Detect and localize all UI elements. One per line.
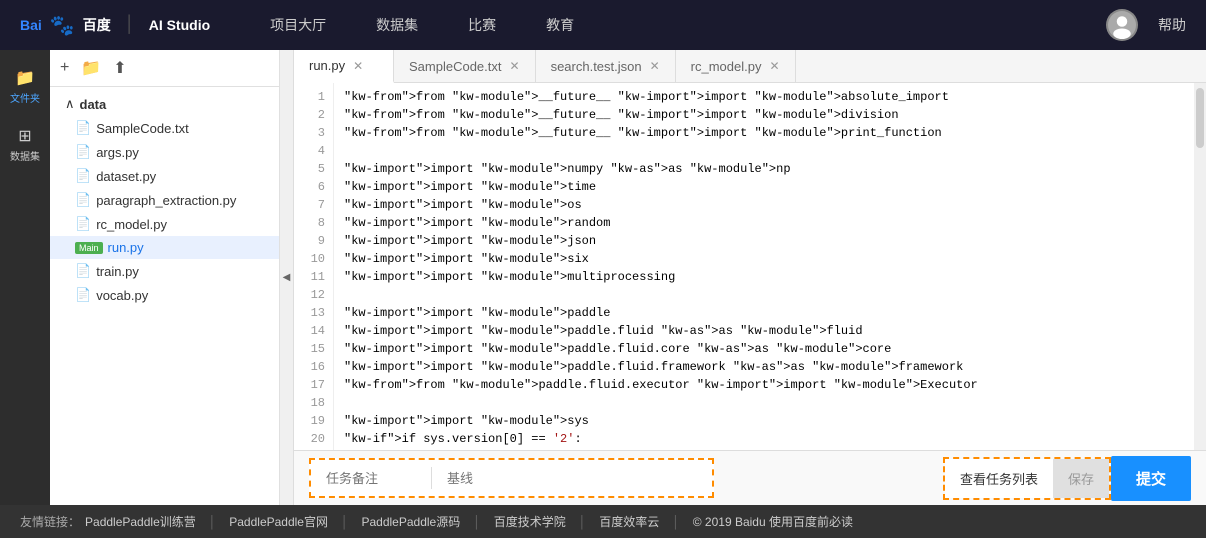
tab-label-rcmodel: rc_model.py [691,59,762,74]
avatar[interactable] [1106,9,1138,41]
nav-item-competitions[interactable]: 比赛 [468,10,496,40]
collapse-panel-button[interactable]: ◀ [280,50,294,505]
logo-studio: AI Studio [149,17,210,33]
editor-tabs: run.py ✕ SampleCode.txt ✕ search.test.js… [294,50,1206,83]
file-label-dataset: dataset.py [96,169,156,184]
close-tab-runpy[interactable]: ✕ [353,60,363,72]
file-tree-toolbar: + 📁 ⬆ [50,50,279,87]
upload-icon[interactable]: ⬆ [113,58,126,78]
baseline-input[interactable] [432,460,712,496]
file-item-rcmodel[interactable]: 📄 rc_model.py [50,212,279,236]
collapse-arrow-icon: ◀ [283,272,291,283]
file-item-paragraph[interactable]: 📄 paragraph_extraction.py [50,188,279,212]
footer-link-paddlecamp[interactable]: PaddlePaddle训练营 [85,513,196,530]
file-tree: + 📁 ⬆ ∧ data 📄 SampleCode.txt 📄 args.py … [50,50,280,505]
header-right: 帮助 [1106,9,1186,41]
grid-icon: ⊞ [18,126,31,146]
footer-sep-1: │ [209,515,217,529]
file-label-paragraph: paragraph_extraction.py [96,193,236,208]
code-editor: 123456789101112131415161718192021222324 … [294,83,1206,450]
tab-rcmodel[interactable]: rc_model.py ✕ [676,50,796,82]
file-label-train: train.py [96,264,139,279]
nav-item-datasets[interactable]: 数据集 [376,10,418,40]
file-item-vocab[interactable]: 📄 vocab.py [50,283,279,307]
file-item-dataset[interactable]: 📄 dataset.py [50,164,279,188]
file-icon-samplecode: 📄 [75,120,91,136]
view-save-group: 查看任务列表 保存 [943,457,1111,500]
file-icon-train: 📄 [75,263,91,279]
tab-runpy[interactable]: run.py ✕ [294,50,394,83]
sidebar-icon-files[interactable]: 📁 文件夹 [0,60,50,113]
sidebar-icons: 📁 文件夹 ⊞ 数据集 [0,50,50,505]
footer-link-baidutechs[interactable]: 百度技术学院 [494,513,566,530]
file-label-rcmodel: rc_model.py [96,217,167,232]
footer-label: 友情链接： [20,513,80,530]
tab-label-runpy: run.py [309,58,345,73]
file-item-samplecode[interactable]: 📄 SampleCode.txt [50,116,279,140]
file-icon-rcmodel: 📄 [75,216,91,232]
tab-label-searchtest: search.test.json [551,59,642,74]
footer-sep-5: │ [672,515,680,529]
folder-data[interactable]: ∧ data [50,92,279,116]
main-nav: 项目大厅 数据集 比赛 教育 [270,10,1106,40]
file-icon-paragraph: 📄 [75,192,91,208]
folder-name: data [80,97,107,112]
file-icon-dataset: 📄 [75,168,91,184]
nav-item-education[interactable]: 教育 [546,10,574,40]
header: Bai 🐾 百度 │ AI Studio 项目大厅 数据集 比赛 教育 帮助 [0,0,1206,50]
chevron-down-icon: ∧ [65,96,75,112]
file-icon-vocab: 📄 [75,287,91,303]
editor-area: run.py ✕ SampleCode.txt ✕ search.test.js… [294,50,1206,505]
footer-link-paddlesource[interactable]: PaddlePaddle源码 [361,513,460,530]
file-icon-args: 📄 [75,144,91,160]
file-label-vocab: vocab.py [96,288,148,303]
scrollbar[interactable] [1194,83,1206,450]
logo-baidu-text: Bai [20,17,42,33]
footer: 友情链接： PaddlePaddle训练营 │ PaddlePaddle官网 │… [0,505,1206,538]
logo: Bai 🐾 百度 │ AI Studio [20,13,210,38]
main-badge: Main [75,242,103,254]
new-folder-icon[interactable]: 📁 [81,58,101,78]
file-label-samplecode: SampleCode.txt [96,121,189,136]
action-buttons: 查看任务列表 保存 提交 [943,456,1191,501]
code-content[interactable]: "kw-from">from "kw-module">__future__ "k… [334,83,1194,450]
file-item-train[interactable]: 📄 train.py [50,259,279,283]
paw-icon: 🐾 [50,13,75,38]
sidebar-label-files: 文件夹 [10,90,40,105]
task-note-input[interactable] [311,460,431,496]
file-label-args: args.py [96,145,139,160]
file-item-args[interactable]: 📄 args.py [50,140,279,164]
file-label-runpy: run.py [108,240,144,255]
logo-baidu-full: 百度 [83,15,111,35]
main-content: 📁 文件夹 ⊞ 数据集 + 📁 ⬆ ∧ data 📄 SampleCode.tx… [0,50,1206,505]
sidebar-icon-datasets[interactable]: ⊞ 数据集 [0,118,50,171]
new-file-icon[interactable]: + [60,59,69,77]
footer-sep-3: │ [473,515,481,529]
folder-icon: 📁 [15,68,35,88]
nav-item-projects[interactable]: 项目大厅 [270,10,326,40]
line-numbers: 123456789101112131415161718192021222324 [294,83,334,450]
footer-sep-2: │ [341,515,349,529]
help-link[interactable]: 帮助 [1158,15,1186,35]
footer-sep-4: │ [579,515,587,529]
file-tree-content: ∧ data 📄 SampleCode.txt 📄 args.py 📄 data… [50,87,279,505]
save-button[interactable]: 保存 [1053,459,1109,498]
bottom-bar: 查看任务列表 保存 提交 [294,450,1206,505]
tab-samplecode[interactable]: SampleCode.txt ✕ [394,50,536,82]
scroll-thumb[interactable] [1196,88,1204,148]
tab-searchtest[interactable]: search.test.json ✕ [536,50,676,82]
inputs-group [309,458,714,498]
tab-label-samplecode: SampleCode.txt [409,59,502,74]
submit-button[interactable]: 提交 [1111,456,1191,501]
logo-divider: │ [125,16,135,34]
close-tab-rcmodel[interactable]: ✕ [769,60,779,72]
close-tab-samplecode[interactable]: ✕ [510,60,520,72]
view-task-button[interactable]: 查看任务列表 [945,459,1053,498]
footer-copyright: © 2019 Baidu 使用百度前必读 [693,513,853,530]
footer-link-paddleofficial[interactable]: PaddlePaddle官网 [229,513,328,530]
sidebar-label-datasets: 数据集 [10,148,40,163]
close-tab-searchtest[interactable]: ✕ [650,60,660,72]
footer-link-baiducloud[interactable]: 百度效率云 [599,513,659,530]
file-item-runpy[interactable]: Main run.py [50,236,279,259]
